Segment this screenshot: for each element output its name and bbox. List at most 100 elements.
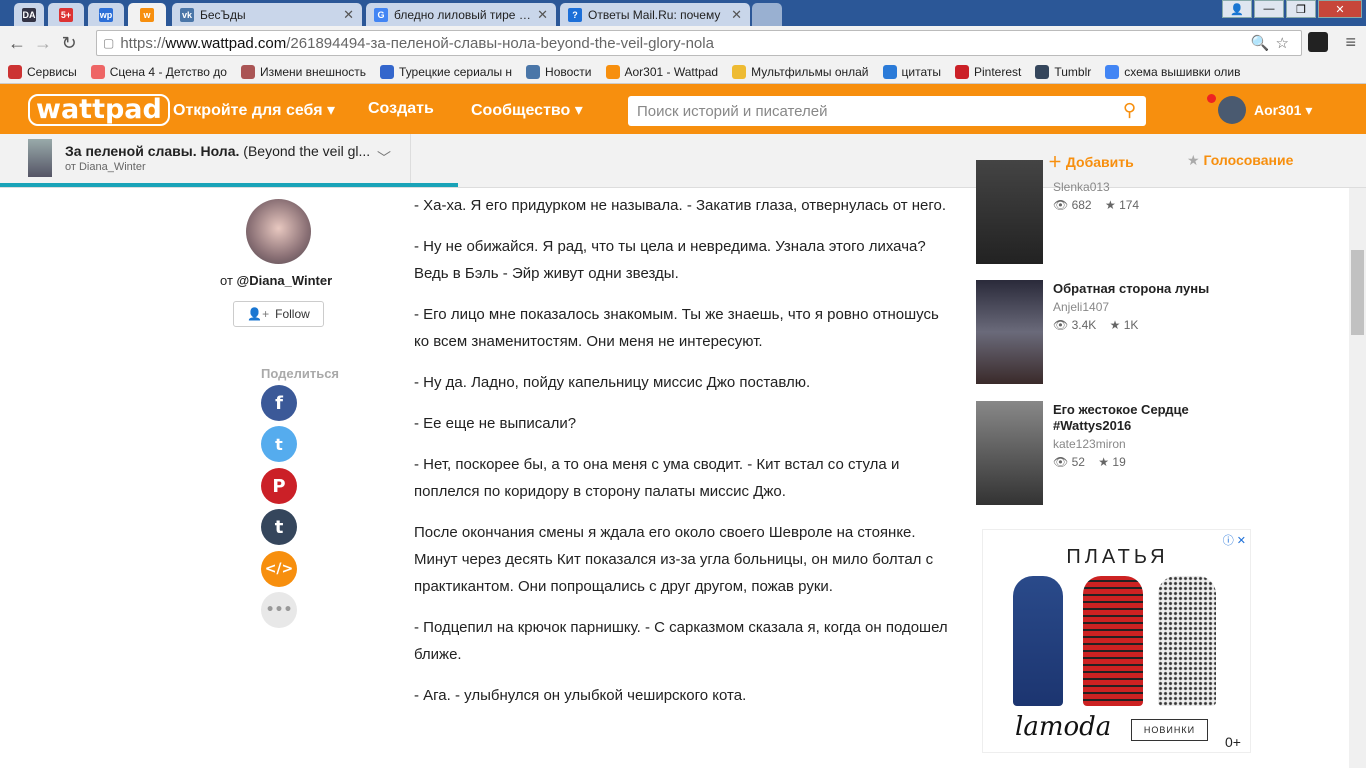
close-icon[interactable]: ✕ [343,7,354,23]
bookmark-item[interactable]: Сцена 4 - Детство до [90,64,227,79]
tumblr-icon[interactable]: t [261,509,297,545]
pinterest-icon[interactable]: P [261,468,297,504]
rec-author[interactable]: Slenka013 [1053,180,1110,194]
twitter-icon[interactable]: t [261,426,297,462]
rec-author[interactable]: Anjeli1407 [1053,300,1109,314]
nav-create[interactable]: Создать [368,100,434,118]
tab-5[interactable]: Gбледно лиловый тире - G ✕ [366,3,556,26]
bookmark-item[interactable]: Новости [526,64,592,79]
close-window-button[interactable]: ✕ [1318,0,1362,18]
tab-4[interactable]: vk БесЪды ✕ [172,3,362,26]
vote-button[interactable]: ★ Голосование [1187,152,1293,169]
rec-views: 3.4K [1071,318,1097,332]
bookmark-item[interactable]: Мультфильмы онлай [732,64,869,79]
close-icon[interactable]: ✕ [537,7,548,23]
scrollbar[interactable] [1349,188,1366,768]
site-header: wattpad Откройте для себя ▾ Создать Сооб… [0,84,1366,134]
tab-5-title: бледно лиловый тире - G [394,7,532,22]
url-domain: www.wattpad.com [165,34,287,52]
minimize-button[interactable]: — [1254,0,1284,18]
bookmark-item[interactable]: Сервисы [8,64,77,79]
bookmark-item[interactable]: Измени внешность [240,64,366,79]
chevron-down-icon[interactable]: ﹀ [377,148,391,168]
add-to-library-button[interactable]: ＋ Добавить [1048,152,1134,172]
bookmark-label: Aor301 - Wattpad [624,64,719,79]
address-bar-row: ← → ↻ ▢ https://www.wattpad.com/26189449… [0,26,1366,60]
eye-icon: 👁 [1053,318,1069,332]
author-avatar[interactable] [246,199,311,264]
search-icon[interactable]: ⚲ [1123,100,1136,121]
story-paragraph: - Ха-ха. Я его придурком не называла. - … [414,197,947,214]
story-paragraph: - Нет, поскорее бы, а то она меня с ума … [414,456,900,500]
story-cover[interactable] [976,280,1043,384]
star-icon: ★ [1098,455,1110,469]
bookmark-favicon-icon [954,64,969,79]
url-field[interactable]: ▢ https://www.wattpad.com/261894494-за-п… [96,30,1302,56]
recommended-story-3[interactable]: Его жестокое Сердце #Wattys2016 kate123m… [976,401,1236,505]
bookmark-item[interactable]: Pinterest [954,64,1021,79]
ad-new-arrivals-button[interactable]: НОВИНКИ [1131,719,1208,741]
author-handle[interactable]: @Diana_Winter [237,273,333,288]
story-toolbar: За пеленой славы. Нола. (Beyond the veil… [0,134,1366,188]
scrollbar-thumb[interactable] [1351,250,1364,335]
bookmark-item[interactable]: цитаты [882,64,941,79]
tab-1[interactable]: 5+ [48,3,84,26]
bookmark-favicon-icon [605,64,620,79]
maximize-button[interactable]: ❐ [1286,0,1316,18]
nav-discover[interactable]: Откройте для себя ▾ [173,100,335,120]
embed-icon[interactable]: </> [261,551,297,587]
bookmark-item[interactable]: Турецкие сериалы н [380,64,512,79]
follow-button[interactable]: 👤+ Follow [233,301,324,327]
bookmark-item[interactable]: Aor301 - Wattpad [605,64,719,79]
search-input[interactable] [637,102,1107,120]
add-label: Добавить [1065,154,1134,170]
zoom-and-bookmark-icons[interactable]: 🔍☆ [1251,34,1295,52]
profile-button[interactable]: 👤 [1222,0,1252,18]
avatar[interactable] [1218,96,1246,124]
bookmark-label: схема вышивки олив [1124,64,1241,79]
facebook-icon[interactable]: f [261,385,297,421]
bookmarks-bar: Сервисы Сцена 4 - Детство до Измени внешно… [0,60,1366,84]
forward-icon[interactable]: → [30,33,56,54]
divider [410,134,411,184]
story-cover[interactable] [976,160,1043,264]
bookmark-item[interactable]: Tumblr [1035,64,1091,79]
recommended-story-1[interactable]: Slenka013 👁 682 ★ 174 [976,160,1236,264]
extension-icon[interactable] [1308,32,1328,52]
tab-6[interactable]: ? Ответы Mail.Ru: почему ✕ [560,3,750,26]
star-icon: ★ [1104,198,1116,212]
new-tab-button[interactable] [752,3,782,26]
reload-icon[interactable]: ↻ [56,33,82,54]
story-title[interactable]: За пеленой славы. Нола. (Beyond the veil… [65,143,370,159]
tab-0[interactable]: DA [14,3,44,26]
more-icon[interactable]: ••• [261,592,297,628]
vk-icon: vk [180,7,194,22]
menu-icon[interactable]: ≡ [1345,32,1356,53]
advertisement[interactable]: ⓘ ✕ ПЛАТЬЯ lamoda НОВИНКИ 0+ [982,529,1251,753]
follow-label: Follow [275,307,310,321]
rec-title[interactable]: Обратная сторона луны [1053,280,1209,297]
back-icon[interactable]: ← [4,33,30,54]
story-paragraph: - Ну да. Ладно, пойду капельницу миссис … [414,374,811,391]
rec-votes: 174 [1119,198,1140,212]
tab-3-active[interactable]: w [128,3,166,26]
wattpad-logo[interactable]: wattpad [28,94,170,126]
story-paragraph: - Подцепил на крючок парнишку. - С сарка… [414,619,948,663]
bookmark-label: цитаты [901,64,941,79]
bookmark-favicon-icon [380,64,395,79]
rec-title[interactable]: Его жестокое Сердце [1053,401,1189,418]
user-menu[interactable]: Aor301 ▾ [1254,102,1312,119]
story-paragraph: - Ага. - улыбнулся он улыбкой чеширского… [414,687,747,704]
close-icon[interactable]: ✕ [731,7,742,23]
bookmark-item[interactable]: схема вышивки олив [1105,64,1241,79]
nav-community[interactable]: Сообщество ▾ [471,100,583,120]
story-cover[interactable] [976,401,1043,505]
recommended-story-2[interactable]: Обратная сторона луны Anjeli1407 👁 3.4K … [976,280,1236,384]
tab-2[interactable]: wp [88,3,124,26]
rec-author[interactable]: kate123miron [1053,437,1126,451]
rec-title-tag[interactable]: #Wattys2016 [1053,417,1131,434]
chevron-down-icon: ▾ [574,102,583,119]
browser-tabbar: DA 5+ wp w vk БесЪды ✕ Gбледно лиловый тир… [0,0,1366,26]
story-author[interactable]: от Diana_Winter [65,161,146,173]
bookmark-label: Мультфильмы онлай [751,64,869,79]
